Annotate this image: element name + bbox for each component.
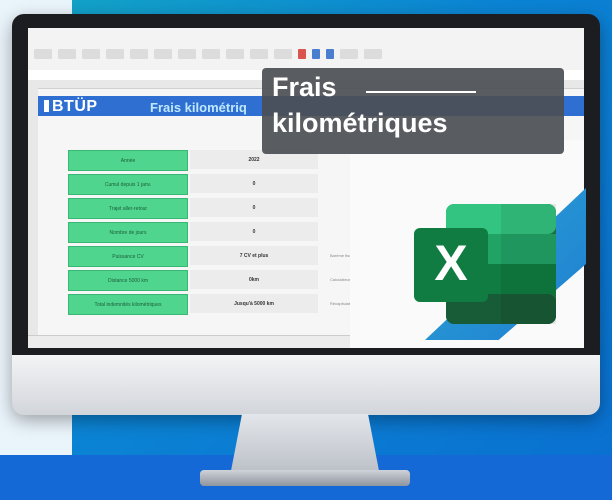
ribbon-tool[interactable] bbox=[130, 49, 148, 59]
ribbon-tool[interactable] bbox=[250, 49, 268, 59]
ribbon-tool[interactable] bbox=[226, 49, 244, 59]
row-note: Calculateur bbox=[330, 277, 351, 282]
row-note: Récapitulatif bbox=[330, 301, 353, 306]
excel-ribbon bbox=[28, 28, 584, 71]
excel-logo-icon: X bbox=[414, 204, 556, 324]
monitor-stand bbox=[230, 414, 380, 476]
caption-title-line2: kilométriques bbox=[272, 108, 448, 138]
row-label: Distance 5000 km bbox=[68, 270, 188, 291]
table-row: Puissance CV 7 CV et plus Barème fiscal bbox=[68, 246, 368, 267]
row-label: Trajet aller-retour bbox=[68, 198, 188, 219]
ribbon-toolbar bbox=[34, 42, 534, 66]
svg-text:X: X bbox=[434, 235, 467, 291]
ribbon-tool[interactable] bbox=[34, 49, 52, 59]
ribbon-tool-blue[interactable] bbox=[312, 49, 320, 59]
caption-title-line1: Frais bbox=[272, 72, 337, 102]
row-label: Puissance CV bbox=[68, 246, 188, 267]
ribbon-tool[interactable] bbox=[58, 49, 76, 59]
caption-rule bbox=[366, 91, 476, 93]
row-value[interactable]: 0 bbox=[190, 174, 318, 193]
logo-mark-icon bbox=[44, 100, 49, 112]
table-row: Distance 5000 km 0km Calculateur bbox=[68, 270, 368, 291]
row-value[interactable]: 0 bbox=[190, 222, 318, 241]
row-label: Nombre de jours bbox=[68, 222, 188, 243]
table-row: Total indemnités kilométriques Jusqu'à 50… bbox=[68, 294, 368, 315]
brand-logo: BTÜP bbox=[44, 98, 98, 116]
monitor-chin bbox=[12, 355, 600, 415]
table-row: Cumul depuis 1 janv. 0 bbox=[68, 174, 368, 195]
row-value[interactable]: Jusqu'à 5000 km bbox=[190, 294, 318, 313]
ribbon-tool-red[interactable] bbox=[298, 49, 306, 59]
sheet-title: Frais kilométriq bbox=[150, 100, 247, 115]
ribbon-tool[interactable] bbox=[274, 49, 292, 59]
monitor-base bbox=[200, 470, 410, 486]
row-value[interactable]: 7 CV et plus bbox=[190, 246, 318, 265]
brand-name: BTÜP bbox=[52, 98, 98, 115]
ribbon-tool[interactable] bbox=[364, 49, 382, 59]
ribbon-tool[interactable] bbox=[178, 49, 196, 59]
table-row: Trajet aller-retour 0 bbox=[68, 198, 368, 219]
row-label: Total indemnités kilométriques bbox=[68, 294, 188, 315]
row-value[interactable]: 0km bbox=[190, 270, 318, 289]
ribbon-tool[interactable] bbox=[106, 49, 124, 59]
row-value[interactable]: 0 bbox=[190, 198, 318, 217]
ribbon-tool[interactable] bbox=[340, 49, 358, 59]
ribbon-tool[interactable] bbox=[202, 49, 220, 59]
table-row: Nombre de jours 0 bbox=[68, 222, 368, 243]
ribbon-tool[interactable] bbox=[154, 49, 172, 59]
ribbon-tool[interactable] bbox=[82, 49, 100, 59]
ribbon-tool-blue[interactable] bbox=[326, 49, 334, 59]
row-headers bbox=[28, 88, 38, 348]
row-label: Année bbox=[68, 150, 188, 171]
row-label: Cumul depuis 1 janv. bbox=[68, 174, 188, 195]
